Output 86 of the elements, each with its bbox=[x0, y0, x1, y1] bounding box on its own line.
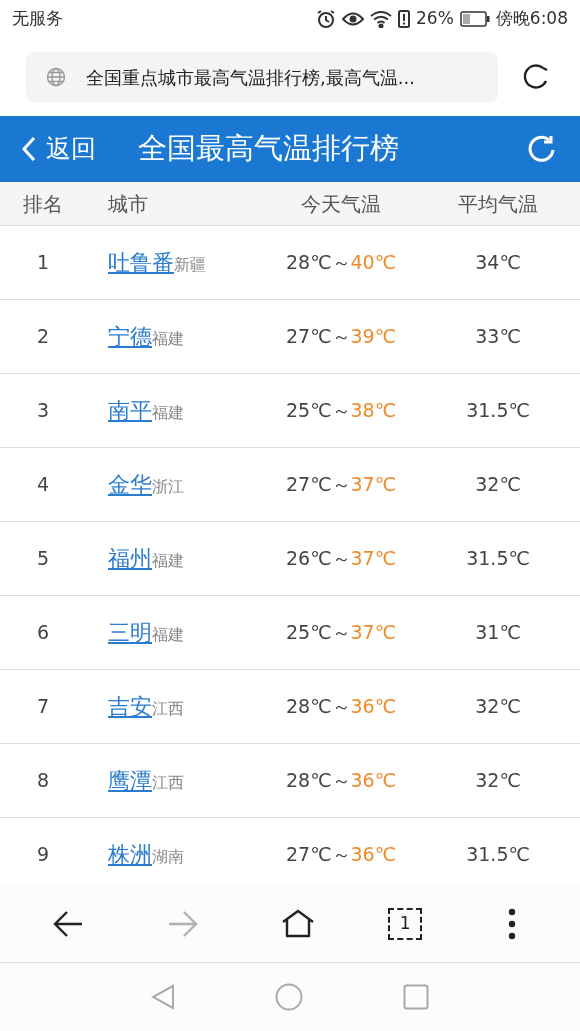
battery-icon bbox=[459, 11, 490, 27]
rank-cell-text: 3 bbox=[36, 398, 50, 424]
high-temp: 37℃ bbox=[350, 546, 396, 572]
rank-cell-text: 8 bbox=[36, 768, 50, 794]
high-temp: 37℃ bbox=[350, 472, 396, 498]
alert-icon bbox=[398, 10, 410, 28]
clock-time: 傍晚6:08 bbox=[495, 7, 568, 31]
header-title: 全国最高气温排行榜 bbox=[138, 130, 400, 168]
province-text: 江西 bbox=[152, 699, 184, 720]
carrier-text: 无服务 bbox=[12, 7, 63, 31]
low-temp: 28℃ bbox=[286, 768, 332, 794]
city-link[interactable]: 福州 bbox=[108, 542, 152, 575]
tabs-button[interactable]: 1 bbox=[388, 907, 423, 940]
low-temp: 25℃ bbox=[286, 398, 332, 424]
column-header: 排名 bbox=[23, 190, 63, 218]
range-separator: ～ bbox=[331, 546, 351, 572]
city-link[interactable]: 吉安 bbox=[108, 690, 152, 723]
range-separator: ～ bbox=[331, 472, 351, 498]
city-link[interactable]: 南平 bbox=[108, 394, 152, 427]
range-separator: ～ bbox=[331, 620, 351, 646]
high-temp: 36℃ bbox=[350, 694, 396, 720]
city-link[interactable]: 吐鲁番 bbox=[108, 246, 174, 279]
high-temp: 37℃ bbox=[350, 620, 396, 646]
province-text: 福建 bbox=[152, 329, 184, 350]
back-arrow-icon bbox=[51, 908, 84, 939]
average-temp: 31℃ bbox=[475, 620, 521, 646]
battery-percent: 26% bbox=[416, 7, 454, 31]
alarm-icon bbox=[316, 9, 336, 29]
average-temp: 31.5℃ bbox=[466, 546, 530, 572]
wifi-icon bbox=[370, 10, 392, 28]
province-text: 浙江 bbox=[152, 477, 184, 498]
back-link[interactable]: 返回 bbox=[22, 130, 96, 168]
low-temp: 25℃ bbox=[286, 620, 332, 646]
address-bar[interactable]: 全国重点城市最高气温排行榜,最高气温... bbox=[26, 52, 498, 102]
forward-arrow-icon bbox=[166, 908, 199, 939]
high-temp: 40℃ bbox=[350, 250, 396, 276]
city-link[interactable]: 宁德 bbox=[108, 320, 152, 353]
city-link[interactable]: 三明 bbox=[108, 616, 152, 649]
column-header: 平均气温 bbox=[458, 190, 538, 218]
rank-cell-text: 4 bbox=[36, 472, 50, 498]
page-title: 全国重点城市最高气温排行榜,最高气温... bbox=[86, 65, 415, 90]
high-temp: 38℃ bbox=[350, 398, 396, 424]
rank-cell-text: 5 bbox=[36, 546, 50, 572]
province-text: 福建 bbox=[152, 551, 184, 572]
high-temp: 36℃ bbox=[350, 842, 396, 868]
low-temp: 27℃ bbox=[286, 472, 332, 498]
more-icon bbox=[508, 907, 517, 940]
city-link[interactable]: 鹰潭 bbox=[108, 764, 152, 797]
range-separator: ～ bbox=[331, 250, 351, 276]
province-text: 江西 bbox=[152, 773, 184, 794]
range-separator: ～ bbox=[331, 694, 351, 720]
province-text: 福建 bbox=[152, 403, 184, 424]
average-temp: 31.5℃ bbox=[466, 842, 530, 868]
chevron-left-icon bbox=[22, 136, 36, 162]
rank-cell-text: 6 bbox=[36, 620, 50, 646]
eye-icon bbox=[342, 11, 364, 27]
province-text: 福建 bbox=[152, 625, 184, 646]
average-temp: 32℃ bbox=[475, 768, 521, 794]
high-temp: 39℃ bbox=[350, 324, 396, 350]
average-temp: 33℃ bbox=[475, 324, 521, 350]
city-link[interactable]: 株洲 bbox=[108, 838, 152, 871]
city-link[interactable]: 金华 bbox=[108, 468, 152, 501]
low-temp: 26℃ bbox=[286, 546, 332, 572]
globe-icon bbox=[46, 67, 66, 87]
high-temp: 36℃ bbox=[350, 768, 396, 794]
province-text: 湖南 bbox=[152, 847, 184, 868]
range-separator: ～ bbox=[331, 768, 351, 794]
province-text: 新疆 bbox=[174, 255, 206, 276]
home-icon bbox=[280, 908, 315, 939]
range-separator: ～ bbox=[331, 324, 351, 350]
average-temp: 32℃ bbox=[475, 472, 521, 498]
low-temp: 27℃ bbox=[286, 324, 332, 350]
average-temp: 34℃ bbox=[475, 250, 521, 276]
column-header: 今天气温 bbox=[301, 190, 381, 218]
rank-cell-text: 7 bbox=[36, 694, 50, 720]
rank-cell-text: 2 bbox=[36, 324, 50, 350]
average-temp: 32℃ bbox=[475, 694, 521, 720]
range-separator: ～ bbox=[331, 842, 351, 868]
average-temp: 31.5℃ bbox=[466, 398, 530, 424]
column-header: 城市 bbox=[107, 190, 149, 218]
low-temp: 28℃ bbox=[286, 694, 332, 720]
low-temp: 27℃ bbox=[286, 842, 332, 868]
rank-cell-text: 1 bbox=[36, 250, 50, 276]
low-temp: 28℃ bbox=[286, 250, 332, 276]
range-separator: ～ bbox=[331, 398, 351, 424]
rank-cell-text: 9 bbox=[36, 842, 50, 868]
